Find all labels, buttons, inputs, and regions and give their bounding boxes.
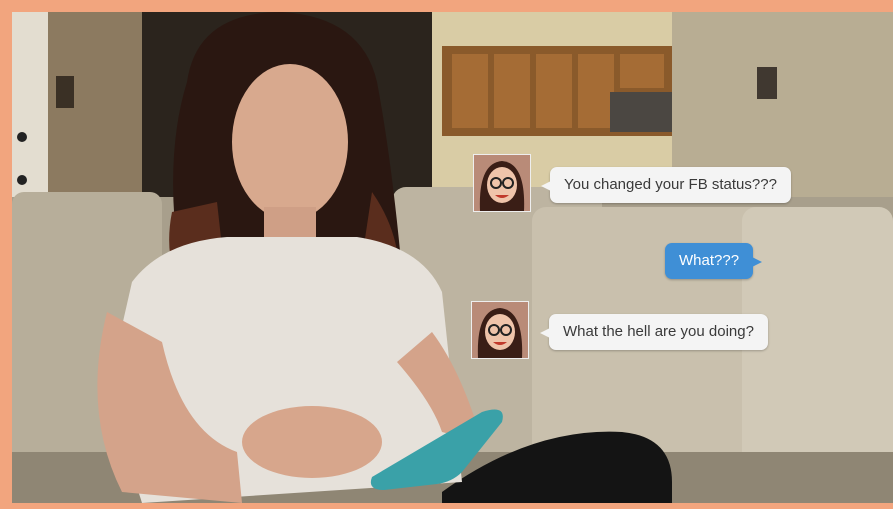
contact-avatar-1	[473, 154, 531, 212]
outgoing-message-bubble: What???	[665, 243, 763, 279]
message-text: You changed your FB status???	[564, 176, 777, 193]
video-frame: You changed your FB status??? What??? Wh…	[12, 12, 893, 503]
message-text: What???	[679, 252, 740, 269]
incoming-message-bubble: What the hell are you doing?	[540, 314, 768, 350]
contact-avatar-icon	[472, 302, 528, 358]
contact-avatar-icon	[474, 155, 530, 211]
message-text: What the hell are you doing?	[563, 323, 754, 340]
incoming-message-bubble: You changed your FB status???	[541, 167, 791, 203]
video-frame-border: You changed your FB status??? What??? Wh…	[0, 0, 893, 509]
contact-avatar-2	[471, 301, 529, 359]
